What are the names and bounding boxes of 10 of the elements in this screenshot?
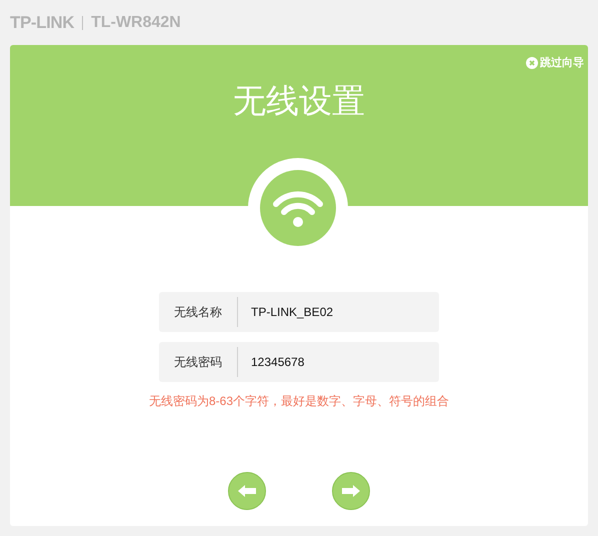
- hint-text: 无线密码为8-63个字符，最好是数字、字母、符号的组合: [148, 393, 450, 410]
- field-value: TP-LINK_BE02: [250, 304, 334, 321]
- field-value: 12345678: [250, 354, 304, 371]
- field-label: 无线名称: [173, 304, 223, 321]
- text-field[interactable]: 无线密码 12345678: [159, 342, 439, 382]
- text-field[interactable]: 无线名称 TP-LINK_BE02: [159, 292, 439, 332]
- field-label: 无线密码: [173, 354, 223, 371]
- page-title: 无线设置: [233, 81, 365, 121]
- brand-logo: TP-LINK: [10, 12, 74, 34]
- model-name: TL-WR842N: [91, 12, 181, 32]
